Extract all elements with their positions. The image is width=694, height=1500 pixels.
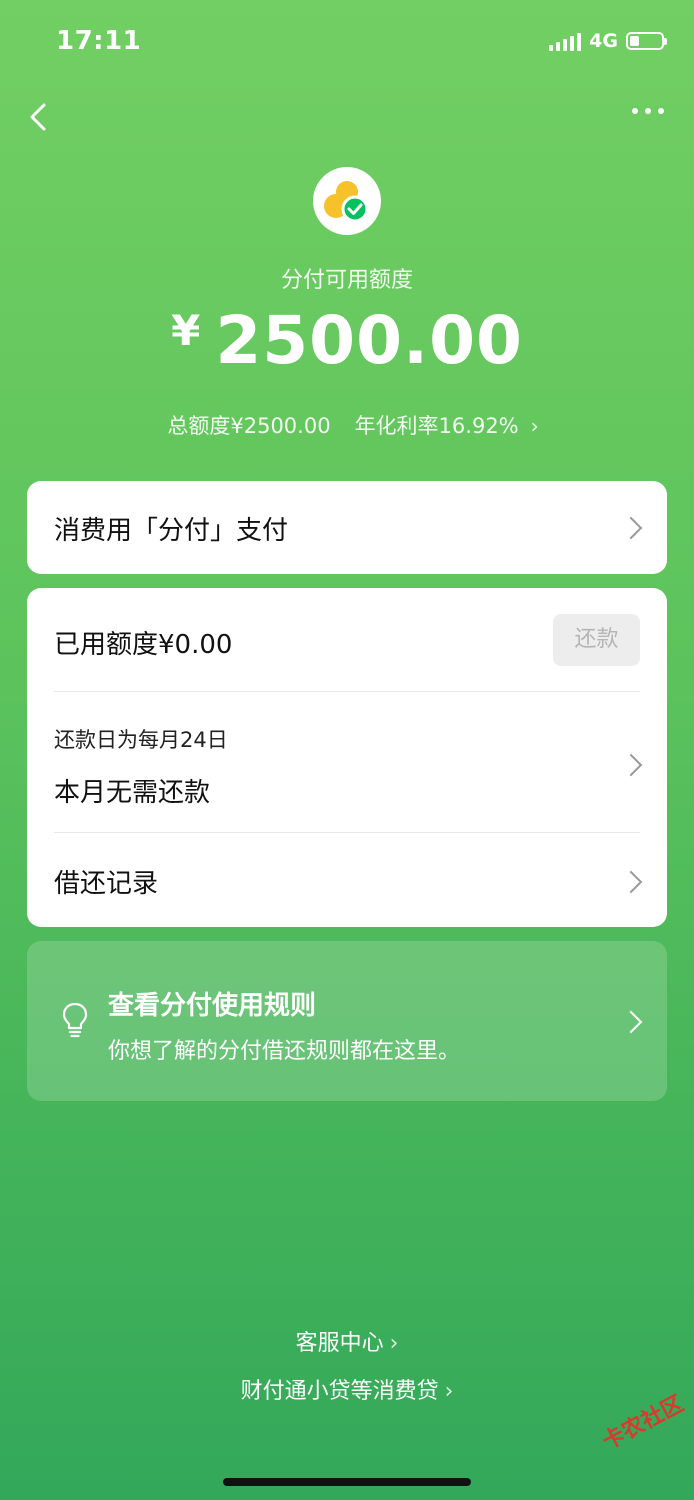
- usage-card: 已用额度¥0.00 还款 还款日为每月24日 本月无需还款 借还记录: [27, 588, 667, 927]
- fenfu-logo-icon: [313, 167, 381, 235]
- chevron-right-icon: ›: [530, 414, 539, 438]
- service-center-link[interactable]: 客服中心 ›: [0, 1325, 694, 1357]
- repay-schedule-row[interactable]: 还款日为每月24日 本月无需还款: [27, 692, 667, 832]
- used-limit: 已用额度¥0.00: [54, 630, 233, 660]
- available-amount: ¥2500.00: [0, 302, 694, 379]
- service-center-label: 客服中心: [295, 1331, 384, 1356]
- chevron-left-icon[interactable]: [24, 100, 58, 134]
- chevron-right-icon: ›: [444, 1379, 454, 1404]
- home-indicator[interactable]: [223, 1478, 471, 1486]
- chevron-right-icon: [619, 516, 643, 540]
- rules-card[interactable]: 查看分付使用规则 你想了解的分付借还规则都在这里。: [27, 941, 667, 1101]
- status-indicators: 4G: [549, 30, 667, 52]
- repay-status: 本月无需还款: [54, 778, 211, 808]
- repay-day: 还款日为每月24日: [54, 728, 228, 752]
- rules-title: 查看分付使用规则: [108, 991, 317, 1021]
- chevron-right-icon: [619, 753, 643, 777]
- loan-note-label: 财付通小贷等消费贷: [240, 1379, 439, 1404]
- chevron-right-icon: [619, 870, 643, 894]
- annual-rate[interactable]: 年化利率16.92%: [355, 414, 519, 438]
- lightbulb-icon: [62, 1002, 88, 1038]
- battery-icon: [626, 32, 667, 50]
- amount-value: 2500.00: [215, 302, 523, 379]
- chevron-right-icon: [619, 1010, 643, 1034]
- limit-meta[interactable]: 总额度¥2500.00 年化利率16.92% ›: [0, 410, 694, 440]
- available-label: 分付可用额度: [280, 268, 413, 293]
- currency-symbol: ¥: [171, 306, 202, 355]
- chevron-right-icon: ›: [389, 1331, 399, 1356]
- signal-icon: [549, 31, 582, 51]
- pay-with-fenfu-label: 消费用「分付」支付: [54, 516, 289, 546]
- network-type: 4G: [589, 30, 618, 52]
- pay-with-fenfu-row[interactable]: 消费用「分付」支付: [27, 481, 667, 574]
- total-limit: 总额度¥2500.00: [167, 414, 331, 438]
- status-time: 17:11: [56, 26, 142, 56]
- battery-level: [630, 36, 639, 46]
- rules-subtitle: 你想了解的分付借还规则都在这里。: [108, 1039, 461, 1064]
- more-dots-icon[interactable]: [632, 108, 664, 114]
- repay-button[interactable]: 还款: [553, 614, 640, 666]
- records-label: 借还记录: [54, 869, 159, 899]
- records-row[interactable]: 借还记录: [27, 833, 667, 927]
- loan-note-link[interactable]: 财付通小贷等消费贷 ›: [0, 1373, 694, 1405]
